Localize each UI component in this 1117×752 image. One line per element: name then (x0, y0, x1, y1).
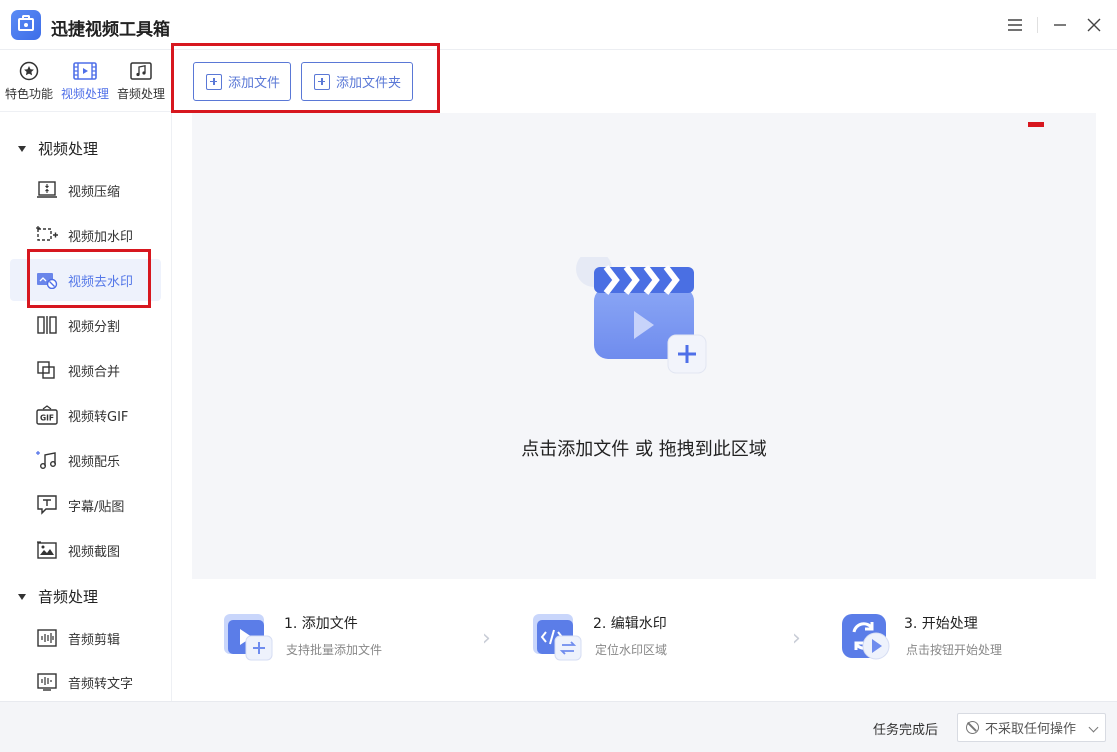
collapse-triangle-icon (18, 593, 26, 600)
step-description: 点击按钮开始处理 (906, 643, 1003, 657)
step-edit-watermark-icon (529, 610, 582, 662)
step-start-processing-icon (840, 610, 892, 662)
add-folder-icon (314, 73, 330, 90)
prohibited-icon (966, 721, 979, 734)
sidebar: 特色功能 视频处理 音频处理 视频处理 视频压缩 视频加水印 视频去水印 视频分… (0, 51, 172, 701)
after-task-selected-value: 不采取任何操作 (985, 722, 1077, 737)
tabs-divider (0, 111, 172, 112)
title-bar: 迅捷视频工具箱 (0, 0, 1117, 50)
group-video-processing[interactable]: 视频处理 (18, 138, 98, 159)
screenshot-icon (36, 540, 58, 560)
step-title: 2. 编辑水印 (593, 616, 667, 632)
red-marker (1028, 122, 1044, 127)
group-audio-title: 音频处理 (38, 588, 99, 606)
file-drop-zone[interactable]: 点击添加文件 或 拖拽到此区域 (192, 113, 1096, 579)
minimize-icon[interactable] (1049, 14, 1071, 36)
sidebar-item-video-screenshot[interactable]: 视频截图 (10, 529, 161, 571)
sidebar-item-label: 视频去水印 (68, 274, 134, 290)
add-folder-label: 添加文件夹 (336, 76, 402, 91)
add-video-illustration-icon (572, 251, 712, 377)
after-task-label: 任务完成后 (873, 723, 939, 738)
group-video-title: 视频处理 (38, 140, 99, 158)
tab-featured-label: 特色功能 (4, 87, 53, 101)
compress-icon (36, 180, 58, 200)
sidebar-item-video-split[interactable]: 视频分割 (10, 304, 161, 346)
tab-audio-label: 音频处理 (116, 87, 165, 101)
sidebar-item-label: 视频配乐 (68, 454, 121, 470)
remove-watermark-icon (36, 270, 58, 290)
step-title: 3. 开始处理 (904, 616, 978, 632)
after-task-select[interactable]: 不采取任何操作 (957, 713, 1106, 742)
sidebar-item-label: 音频剪辑 (68, 632, 121, 648)
add-watermark-icon (36, 225, 58, 245)
sidebar-item-video-compress[interactable]: 视频压缩 (10, 169, 161, 211)
sidebar-item-video-merge[interactable]: 视频合并 (10, 349, 161, 391)
sidebar-item-label: 字幕/贴图 (68, 499, 125, 515)
audio-cut-icon (36, 628, 58, 648)
split-icon (36, 315, 58, 335)
add-file-button[interactable]: 添加文件 (193, 62, 291, 101)
step-add-file-icon (220, 610, 273, 662)
step-description: 定位水印区域 (595, 643, 668, 657)
sidebar-item-label: 视频加水印 (68, 229, 134, 245)
svg-text:GIF: GIF (40, 414, 54, 423)
category-tabs: 特色功能 视频处理 音频处理 (0, 51, 172, 111)
status-bar: 任务完成后 不采取任何操作 (0, 701, 1117, 752)
toolbar: 添加文件 添加文件夹 (172, 51, 1117, 113)
toolbox-logo-icon (11, 10, 41, 40)
sidebar-item-video-to-gif[interactable]: GIF 视频转GIF (10, 394, 161, 436)
step-add-file: 1. 添加文件 支持批量添加文件 (220, 608, 450, 668)
sidebar-item-label: 视频分割 (68, 319, 121, 335)
film-icon (57, 61, 113, 81)
add-file-label: 添加文件 (228, 76, 281, 91)
step-description: 支持批量添加文件 (286, 643, 383, 657)
chevron-down-icon (1088, 722, 1099, 733)
sidebar-item-audio-cut[interactable]: 音频剪辑 (10, 617, 161, 659)
music-icon (113, 61, 169, 81)
close-icon[interactable] (1083, 14, 1105, 36)
app-title: 迅捷视频工具箱 (51, 20, 170, 40)
step-title: 1. 添加文件 (284, 616, 358, 632)
chevron-right-icon: › (482, 626, 491, 651)
sidebar-item-video-add-watermark[interactable]: 视频加水印 (10, 214, 161, 256)
step-edit-watermark: 2. 编辑水印 定位水印区域 (529, 608, 759, 668)
tab-featured[interactable]: 特色功能 (1, 61, 57, 102)
sidebar-item-video-music[interactable]: 视频配乐 (10, 439, 161, 481)
tab-audio[interactable]: 音频处理 (113, 61, 169, 102)
sidebar-item-label: 视频转GIF (68, 409, 129, 425)
collapse-triangle-icon (18, 145, 26, 152)
sidebar-item-video-remove-watermark[interactable]: 视频去水印 (10, 259, 161, 301)
group-audio-processing[interactable]: 音频处理 (18, 586, 98, 607)
title-divider (1037, 17, 1038, 33)
tab-video[interactable]: 视频处理 (57, 61, 113, 102)
gif-icon: GIF (36, 405, 58, 425)
drop-zone-hint: 点击添加文件 或 拖拽到此区域 (521, 439, 767, 460)
add-file-icon (206, 73, 222, 90)
main-panel: 点击添加文件 或 拖拽到此区域 1. 添加文件 支持批量添加文件 › 2. 编辑… (172, 113, 1117, 701)
menu-icon[interactable] (1004, 14, 1026, 36)
subtitle-icon (36, 495, 58, 515)
sidebar-item-audio-to-text[interactable]: 音频转文字 (10, 661, 161, 703)
sidebar-item-label: 视频合并 (68, 364, 121, 380)
audio-to-text-icon (36, 672, 58, 692)
sidebar-item-label: 音频转文字 (68, 676, 134, 692)
chevron-right-icon: › (792, 626, 801, 651)
star-icon (1, 61, 57, 81)
step-start-processing: 3. 开始处理 点击按钮开始处理 (840, 608, 1080, 668)
sidebar-item-label: 视频截图 (68, 544, 121, 560)
tab-video-label: 视频处理 (60, 87, 109, 101)
sidebar-item-label: 视频压缩 (68, 184, 121, 200)
merge-icon (36, 360, 58, 380)
sidebar-item-subtitle-sticker[interactable]: 字幕/贴图 (10, 484, 161, 526)
music-note-icon (36, 450, 58, 470)
add-folder-button[interactable]: 添加文件夹 (301, 62, 413, 101)
